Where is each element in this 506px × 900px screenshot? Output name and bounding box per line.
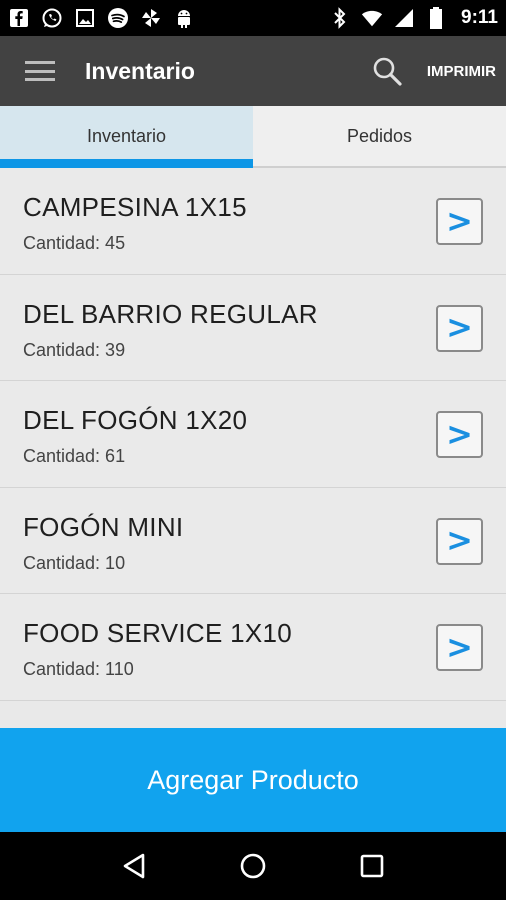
screen: 9:11 Inventario IMPRIMIR Inventario Pedi… [0,0,506,900]
navigation-bar [0,832,506,900]
product-name: CAMPESINA 1X15 [23,192,247,222]
list-item[interactable]: DEL BARRIO REGULAR Cantidad: 39 > [0,274,506,382]
spotify-icon [107,7,129,29]
status-clock: 9:11 [461,7,498,28]
open-product-button[interactable]: > [436,304,483,352]
product-name: FOGÓN MINI [23,511,184,542]
chevron-right-icon: > [446,201,473,240]
product-quantity: Cantidad: 45 [23,233,126,253]
tab-pedidos[interactable]: Pedidos [253,106,506,166]
product-quantity: Cantidad: 39 [23,339,126,360]
recents-icon[interactable] [352,846,392,886]
back-icon[interactable] [114,846,154,886]
battery-icon [425,7,447,29]
open-product-button[interactable]: > [436,624,483,672]
product-quantity: Cantidad: 10 [23,552,126,573]
home-icon[interactable] [233,846,273,886]
facebook-icon [8,7,30,29]
product-name: FOOD SERVICE 1X10 [23,618,293,649]
open-product-button[interactable]: > [436,198,483,245]
inventory-list: CAMPESINA 1X15 Cantidad: 45 > DEL BARRIO… [0,168,506,701]
status-bar: 9:11 [0,0,506,36]
chevron-right-icon: > [446,414,473,453]
menu-icon[interactable] [25,61,55,81]
image-icon [74,7,96,29]
tab-inventario[interactable]: Inventario [0,106,253,168]
list-item[interactable]: FOGÓN MINI Cantidad: 10 > [0,487,506,595]
whatsapp-icon [41,7,63,29]
wifi-icon [361,7,383,29]
signal-icon [393,7,415,29]
pinwheel-icon [140,7,162,29]
android-icon [173,7,195,29]
tab-bar: Inventario Pedidos [0,106,506,168]
app-bar: Inventario IMPRIMIR [0,36,506,106]
print-button[interactable]: IMPRIMIR [427,63,496,80]
product-quantity: Cantidad: 110 [23,659,134,680]
list-item[interactable]: FOOD SERVICE 1X10 Cantidad: 110 > [0,594,506,701]
chevron-right-icon: > [446,627,473,666]
open-product-button[interactable]: > [436,411,483,459]
page-title: Inventario [85,57,195,84]
notification-icons [8,7,195,29]
system-icons: 9:11 [329,7,498,29]
list-item[interactable]: DEL FOGÓN 1X20 Cantidad: 61 > [0,381,506,488]
chevron-right-icon: > [446,521,473,560]
product-name: DEL BARRIO REGULAR [23,298,318,329]
chevron-right-icon: > [446,308,473,347]
product-quantity: Cantidad: 61 [23,446,126,467]
list-item[interactable]: CAMPESINA 1X15 Cantidad: 45 > [0,168,506,275]
search-icon[interactable] [367,51,407,91]
product-name: DEL FOGÓN 1X20 [23,405,248,436]
add-product-button[interactable]: Agregar Producto [0,728,506,832]
bluetooth-icon [329,7,351,29]
open-product-button[interactable]: > [436,517,483,565]
